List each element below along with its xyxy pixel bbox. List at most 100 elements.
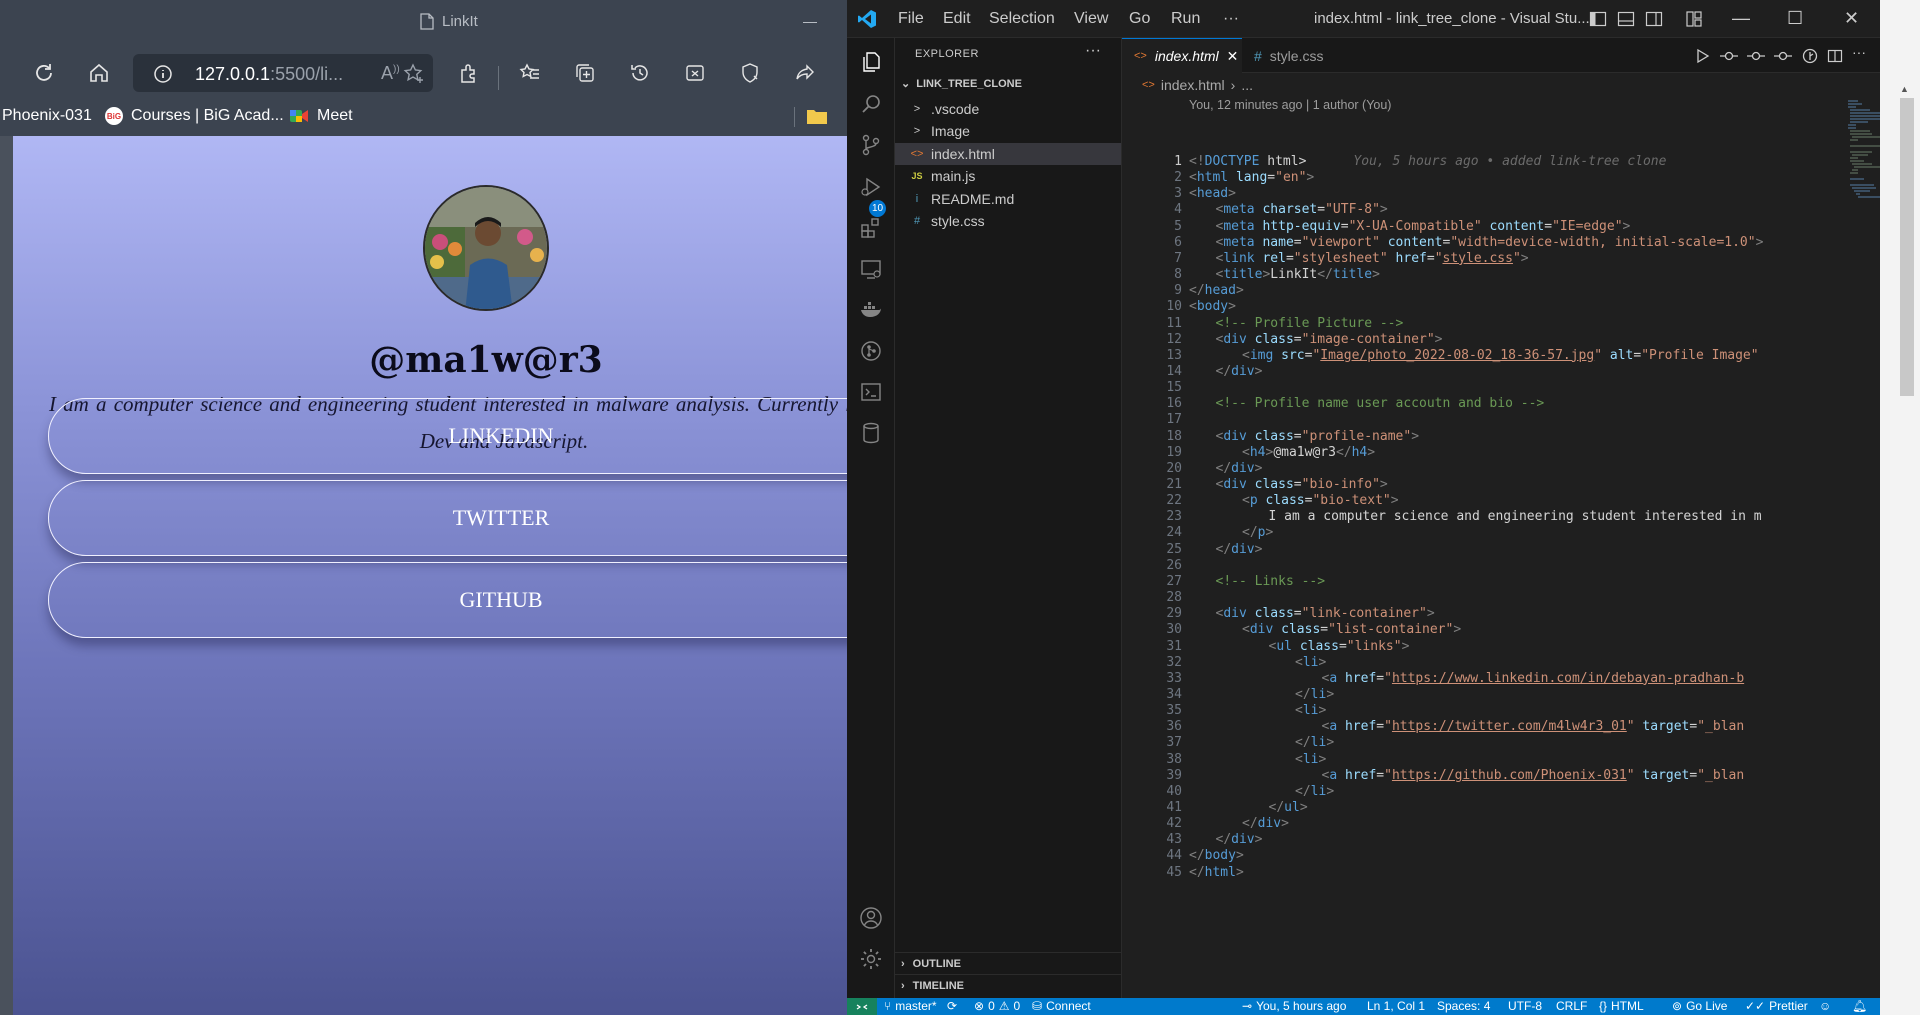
git-branch-icon: ⑂ — [884, 999, 892, 1013]
maximize-window-icon[interactable]: ☐ — [1787, 8, 1803, 29]
history-icon[interactable] — [626, 59, 654, 87]
feedback-icon[interactable]: ☺ — [1819, 999, 1831, 1013]
code-line[interactable]: 45 </html> — [1122, 863, 1842, 883]
toolbar-divider — [498, 66, 499, 90]
browser-toolbar: 127.0.0.1:5500/li... A)) — [0, 47, 847, 99]
toggle-panel-icon[interactable] — [1617, 10, 1635, 28]
sync-status[interactable]: ⟳ — [947, 999, 957, 1013]
search-icon[interactable] — [857, 90, 885, 118]
minimize-window-icon[interactable]: — — [1732, 8, 1750, 29]
encoding-status[interactable]: UTF-8 — [1508, 999, 1542, 1013]
blame-status-text: You, 5 hours ago — [1256, 999, 1347, 1013]
scrollbar-thumb[interactable] — [1900, 98, 1914, 396]
codelens-blame[interactable]: You, 12 minutes ago | 1 author (You) — [1189, 98, 1391, 112]
browser-essentials-icon[interactable] — [736, 59, 764, 87]
twitter-link-button[interactable]: TWITTER — [48, 480, 847, 556]
breadcrumb-symbol[interactable]: ... — [1241, 77, 1253, 93]
outline-section[interactable]: › OUTLINE — [895, 952, 1121, 974]
open-changes-icon[interactable] — [1720, 48, 1738, 64]
tree-item-index-html[interactable]: <> index.html — [895, 143, 1121, 165]
remote-explorer-icon[interactable] — [857, 255, 885, 283]
browser-tab-title[interactable]: LinkIt — [420, 13, 478, 30]
bookmark-meet[interactable]: Meet — [289, 107, 353, 125]
menu-go[interactable]: Go — [1129, 10, 1150, 28]
tree-item-style-css[interactable]: # style.css — [895, 210, 1121, 232]
prettier-status[interactable]: ✓✓ Prettier — [1745, 999, 1808, 1013]
tree-item-vscode-folder[interactable]: > .vscode — [895, 98, 1121, 120]
language-status[interactable]: {} HTML — [1599, 999, 1644, 1013]
terminal-icon[interactable] — [857, 378, 885, 406]
tree-item-main-js[interactable]: JS main.js — [895, 165, 1121, 187]
next-change-icon[interactable] — [1774, 48, 1792, 64]
refresh-icon[interactable] — [30, 59, 58, 87]
collections-icon[interactable] — [571, 59, 599, 87]
math-solver-icon[interactable] — [681, 59, 709, 87]
indentation-status[interactable]: Spaces: 4 — [1437, 999, 1490, 1013]
toggle-secondary-sidebar-icon[interactable] — [1645, 10, 1663, 28]
home-icon[interactable] — [85, 59, 113, 87]
split-editor-icon[interactable] — [1827, 48, 1843, 64]
workspace-root-folder[interactable]: ⌄ LINK_TREE_CLONE — [901, 77, 1022, 91]
run-icon[interactable] — [1694, 48, 1710, 64]
breadcrumb-file[interactable]: index.html — [1161, 77, 1225, 93]
tree-item-readme[interactable]: i README.md — [895, 188, 1121, 210]
settings-gear-icon[interactable] — [857, 945, 885, 973]
connect-status[interactable]: ⛁ Connect — [1032, 999, 1091, 1013]
eol-status[interactable]: CRLF — [1556, 999, 1587, 1013]
remote-indicator-icon[interactable] — [847, 998, 877, 1015]
menu-edit[interactable]: Edit — [943, 10, 971, 28]
github-link-button[interactable]: GITHUB — [48, 562, 847, 638]
address-bar[interactable]: 127.0.0.1:5500/li... A)) — [133, 54, 433, 92]
toggle-primary-sidebar-icon[interactable] — [1589, 10, 1607, 28]
tab-index-html[interactable]: <> index.html ✕ — [1122, 38, 1242, 73]
close-tab-icon[interactable]: ✕ — [1227, 48, 1239, 65]
docker-icon[interactable] — [857, 296, 885, 324]
problems-status[interactable]: ⊗ 0 ⚠ 0 — [974, 999, 1020, 1013]
database-icon[interactable] — [857, 419, 885, 447]
site-info-icon[interactable] — [153, 64, 173, 84]
accounts-icon[interactable] — [857, 904, 885, 932]
blame-status[interactable]: ⊸ You, 5 hours ago — [1242, 999, 1346, 1013]
previous-change-icon[interactable] — [1747, 48, 1765, 64]
error-icon: ⊗ — [974, 999, 985, 1013]
explorer-more-actions[interactable]: ··· — [1085, 42, 1101, 60]
timeline-section[interactable]: › TIMELINE — [895, 974, 1121, 996]
menu-selection[interactable]: Selection — [989, 10, 1055, 28]
menu-view[interactable]: View — [1074, 10, 1108, 28]
run-debug-icon[interactable] — [857, 173, 885, 201]
editor-area: <> index.html ✕ # style.css ··· <> index… — [1122, 38, 1880, 998]
tree-item-image-folder[interactable]: > Image — [895, 120, 1121, 142]
tab-style-css[interactable]: # style.css — [1242, 38, 1352, 73]
menu-more[interactable]: ··· — [1223, 10, 1239, 28]
favorites-icon[interactable] — [516, 59, 544, 87]
scroll-up-arrow-icon[interactable]: ▲ — [1900, 84, 1909, 94]
notifications-bell-icon[interactable]: 🔔︎ — [1852, 999, 1867, 1013]
add-favorite-icon[interactable] — [403, 63, 425, 85]
info-file-icon: i — [915, 193, 919, 205]
customize-layout-icon[interactable] — [1685, 10, 1703, 28]
cursor-position[interactable]: Ln 1, Col 1 — [1367, 999, 1425, 1013]
git-lens-icon[interactable] — [1802, 48, 1818, 64]
menu-run[interactable]: Run — [1171, 10, 1200, 28]
extensions-icon[interactable] — [455, 59, 483, 87]
minimize-icon[interactable] — [803, 22, 817, 23]
close-window-icon[interactable]: ✕ — [1844, 8, 1859, 29]
branch-status[interactable]: ⑂ master* — [884, 999, 937, 1013]
meet-icon — [289, 108, 309, 124]
git-graph-icon[interactable] — [857, 337, 885, 365]
linkedin-link-button[interactable]: LINKEDIN — [48, 398, 847, 474]
minimap[interactable] — [1846, 98, 1880, 198]
bookmark-courses[interactable]: BiG Courses | BiG Acad... — [105, 107, 284, 125]
more-actions-icon[interactable]: ··· — [1852, 44, 1866, 60]
share-icon[interactable] — [791, 59, 819, 87]
folder-icon[interactable] — [806, 107, 828, 125]
go-live-status[interactable]: ⊚ Go Live — [1672, 999, 1727, 1013]
page-viewport: @ma1w@r3 I am a computer science and eng… — [13, 136, 847, 1015]
menu-file[interactable]: File — [898, 10, 924, 28]
source-control-icon[interactable] — [857, 131, 885, 159]
bookmark-phoenix[interactable]: Phoenix-031 — [2, 107, 92, 125]
read-aloud-icon[interactable]: A)) — [381, 63, 400, 84]
explorer-icon[interactable] — [857, 48, 885, 76]
extensions-icon[interactable] — [857, 214, 885, 242]
address-text: 127.0.0.1:5500/li... — [195, 64, 343, 85]
